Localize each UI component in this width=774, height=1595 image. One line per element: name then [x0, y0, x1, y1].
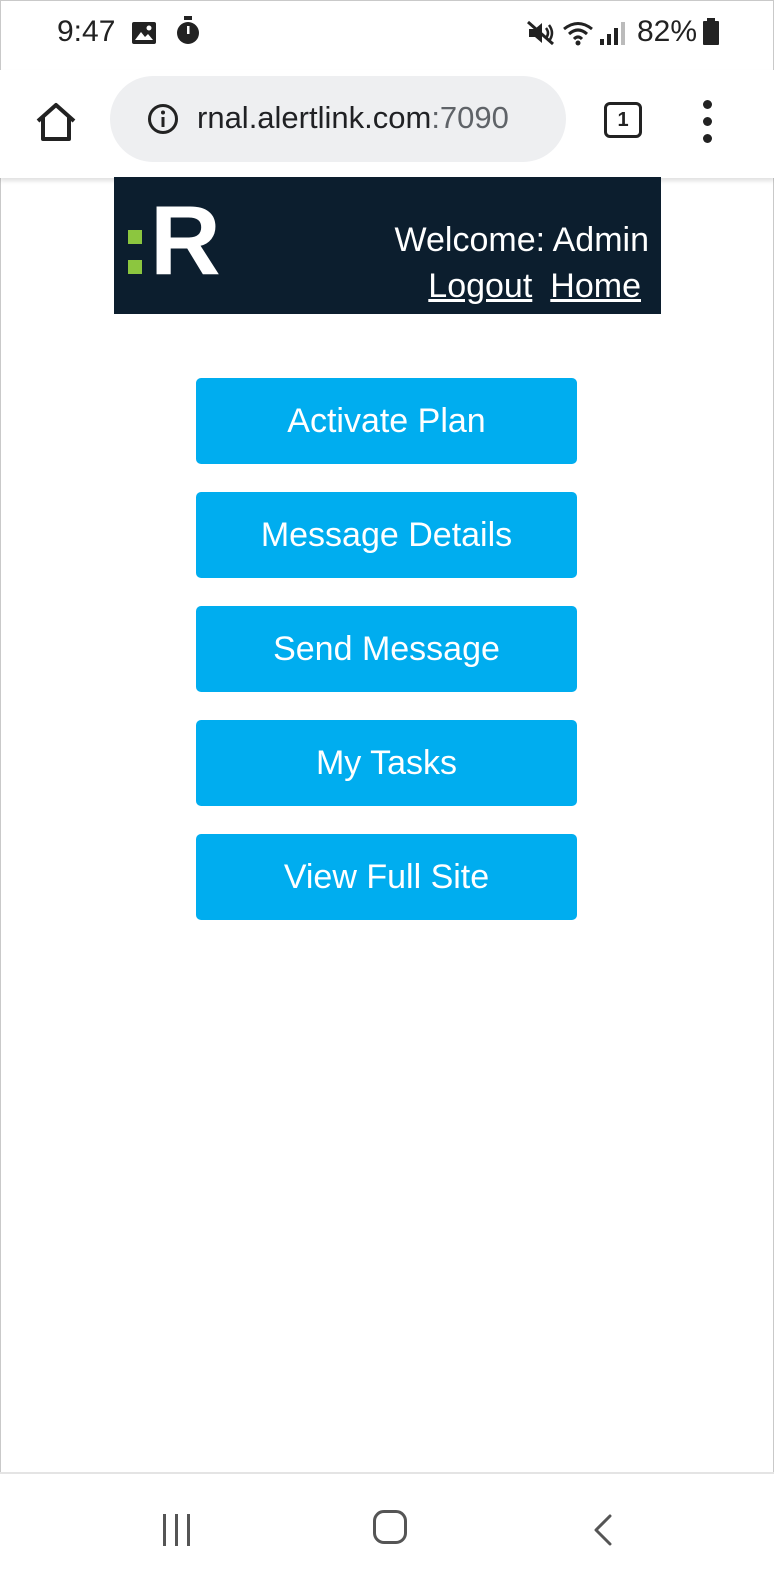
stopwatch-icon: [175, 16, 201, 51]
status-time: 9:47: [57, 15, 116, 48]
activate-plan-button[interactable]: Activate Plan: [196, 378, 577, 464]
browser-home-button[interactable]: [32, 99, 80, 147]
signal-icon: [598, 22, 628, 51]
logout-link[interactable]: Logout: [428, 267, 532, 305]
header-links: Logout Home: [428, 267, 641, 306]
welcome-text: Welcome: Admin: [394, 221, 649, 259]
logo-square-top: [128, 230, 142, 244]
info-icon[interactable]: [147, 103, 179, 135]
more-menu-icon[interactable]: [696, 98, 720, 146]
home-icon: [36, 103, 76, 141]
url-host: rnal.alertlink.com: [197, 100, 432, 135]
system-nav-bar: [0, 1474, 774, 1595]
mute-icon: [527, 20, 557, 51]
logo-letter: R: [150, 185, 221, 295]
back-icon[interactable]: [590, 1508, 614, 1552]
address-bar[interactable]: rnal.alertlink.com:7090: [110, 76, 566, 162]
site-header: R Welcome: Admin Logout Home: [114, 177, 661, 314]
send-message-button[interactable]: Send Message: [196, 606, 577, 692]
wifi-icon: [562, 20, 594, 51]
url-text[interactable]: rnal.alertlink.com:7090: [197, 100, 509, 136]
url-port: :7090: [431, 100, 509, 135]
image-icon: [131, 20, 157, 51]
logo-square-bottom: [128, 260, 142, 274]
status-bar: 9:47 82%: [0, 0, 774, 70]
site-logo[interactable]: R: [128, 191, 221, 289]
home-circle-icon[interactable]: [373, 1510, 407, 1544]
message-details-button[interactable]: Message Details: [196, 492, 577, 578]
browser-toolbar: rnal.alertlink.com:7090 1: [0, 70, 774, 178]
frame-left: [0, 0, 1, 1595]
battery-percent: 82%: [637, 15, 698, 48]
tab-switcher-button[interactable]: 1: [604, 102, 642, 138]
my-tasks-button[interactable]: My Tasks: [196, 720, 577, 806]
view-full-site-button[interactable]: View Full Site: [196, 834, 577, 920]
battery-icon: [702, 18, 720, 51]
menu-list: Activate Plan Message Details Send Messa…: [196, 378, 577, 948]
recent-apps-icon[interactable]: [163, 1514, 193, 1546]
home-link[interactable]: Home: [550, 267, 641, 305]
